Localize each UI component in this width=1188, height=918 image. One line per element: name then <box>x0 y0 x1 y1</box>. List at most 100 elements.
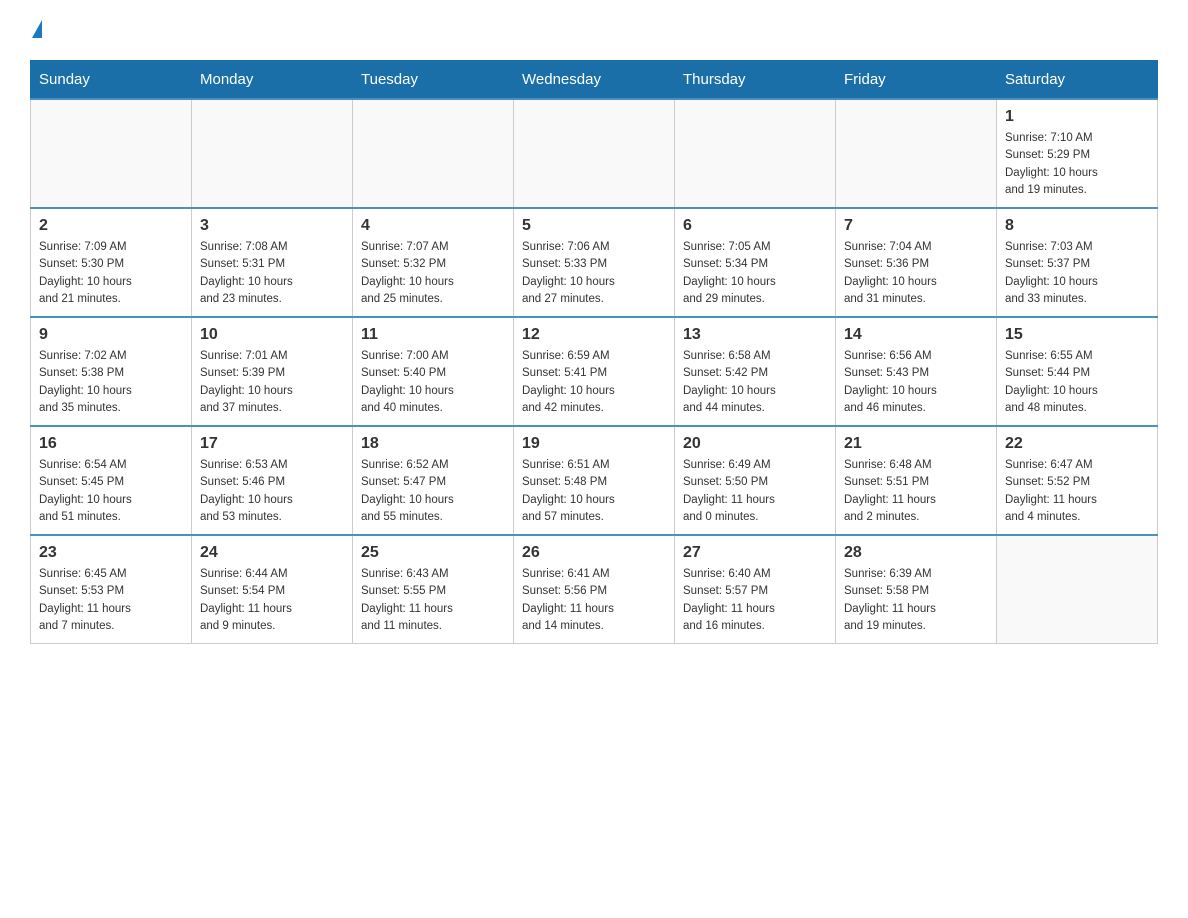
calendar-cell: 5 Sunrise: 7:06 AM Sunset: 5:33 PM Daylig… <box>514 208 675 317</box>
calendar-cell: 7 Sunrise: 7:04 AM Sunset: 5:36 PM Daylig… <box>836 208 997 317</box>
day-number: 11 <box>361 326 505 344</box>
calendar-cell <box>192 99 353 208</box>
calendar-cell: 3 Sunrise: 7:08 AM Sunset: 5:31 PM Daylig… <box>192 208 353 317</box>
calendar-cell: 17 Sunrise: 6:53 AM Sunset: 5:46 PM Dayli… <box>192 426 353 535</box>
day-info: Sunrise: 7:02 AM Sunset: 5:38 PM Dayligh… <box>39 348 183 417</box>
day-info: Sunrise: 6:56 AM Sunset: 5:43 PM Dayligh… <box>844 348 988 417</box>
day-info: Sunrise: 6:41 AM Sunset: 5:56 PM Dayligh… <box>522 566 666 635</box>
week-row-1: 1 Sunrise: 7:10 AM Sunset: 5:29 PM Daylig… <box>31 99 1158 208</box>
day-info: Sunrise: 6:39 AM Sunset: 5:58 PM Dayligh… <box>844 566 988 635</box>
day-info: Sunrise: 7:05 AM Sunset: 5:34 PM Dayligh… <box>683 239 827 308</box>
day-header-saturday: Saturday <box>997 61 1158 100</box>
calendar-cell: 24 Sunrise: 6:44 AM Sunset: 5:54 PM Dayli… <box>192 535 353 644</box>
day-info: Sunrise: 6:40 AM Sunset: 5:57 PM Dayligh… <box>683 566 827 635</box>
day-number: 10 <box>200 326 344 344</box>
calendar-cell: 11 Sunrise: 7:00 AM Sunset: 5:40 PM Dayli… <box>353 317 514 426</box>
day-number: 6 <box>683 217 827 235</box>
day-info: Sunrise: 6:49 AM Sunset: 5:50 PM Dayligh… <box>683 457 827 526</box>
calendar-cell: 4 Sunrise: 7:07 AM Sunset: 5:32 PM Daylig… <box>353 208 514 317</box>
day-header-wednesday: Wednesday <box>514 61 675 100</box>
day-info: Sunrise: 6:59 AM Sunset: 5:41 PM Dayligh… <box>522 348 666 417</box>
day-number: 23 <box>39 544 183 562</box>
day-number: 3 <box>200 217 344 235</box>
day-number: 21 <box>844 435 988 453</box>
calendar-cell <box>31 99 192 208</box>
day-info: Sunrise: 7:01 AM Sunset: 5:39 PM Dayligh… <box>200 348 344 417</box>
day-header-monday: Monday <box>192 61 353 100</box>
calendar-cell: 2 Sunrise: 7:09 AM Sunset: 5:30 PM Daylig… <box>31 208 192 317</box>
day-number: 17 <box>200 435 344 453</box>
day-info: Sunrise: 7:08 AM Sunset: 5:31 PM Dayligh… <box>200 239 344 308</box>
calendar-cell: 16 Sunrise: 6:54 AM Sunset: 5:45 PM Dayli… <box>31 426 192 535</box>
calendar-cell: 12 Sunrise: 6:59 AM Sunset: 5:41 PM Dayli… <box>514 317 675 426</box>
calendar-table: SundayMondayTuesdayWednesdayThursdayFrid… <box>30 60 1158 644</box>
day-info: Sunrise: 6:51 AM Sunset: 5:48 PM Dayligh… <box>522 457 666 526</box>
day-header-tuesday: Tuesday <box>353 61 514 100</box>
calendar-cell: 9 Sunrise: 7:02 AM Sunset: 5:38 PM Daylig… <box>31 317 192 426</box>
calendar-cell: 26 Sunrise: 6:41 AM Sunset: 5:56 PM Dayli… <box>514 535 675 644</box>
calendar-cell: 25 Sunrise: 6:43 AM Sunset: 5:55 PM Dayli… <box>353 535 514 644</box>
day-info: Sunrise: 6:44 AM Sunset: 5:54 PM Dayligh… <box>200 566 344 635</box>
calendar-cell: 18Sunrise: 6:52 AM Sunset: 5:47 PM Dayli… <box>353 426 514 535</box>
day-info: Sunrise: 7:10 AM Sunset: 5:29 PM Dayligh… <box>1005 130 1149 199</box>
day-info: Sunrise: 7:04 AM Sunset: 5:36 PM Dayligh… <box>844 239 988 308</box>
day-info: Sunrise: 6:58 AM Sunset: 5:42 PM Dayligh… <box>683 348 827 417</box>
day-number: 22 <box>1005 435 1149 453</box>
day-info: Sunrise: 6:55 AM Sunset: 5:44 PM Dayligh… <box>1005 348 1149 417</box>
day-number: 25 <box>361 544 505 562</box>
day-number: 16 <box>39 435 183 453</box>
calendar-cell: 14Sunrise: 6:56 AM Sunset: 5:43 PM Dayli… <box>836 317 997 426</box>
calendar-cell <box>353 99 514 208</box>
calendar-cell: 19 Sunrise: 6:51 AM Sunset: 5:48 PM Dayli… <box>514 426 675 535</box>
day-number: 7 <box>844 217 988 235</box>
calendar-cell: 22 Sunrise: 6:47 AM Sunset: 5:52 PM Dayli… <box>997 426 1158 535</box>
day-number: 12 <box>522 326 666 344</box>
day-info: Sunrise: 7:00 AM Sunset: 5:40 PM Dayligh… <box>361 348 505 417</box>
day-info: Sunrise: 6:52 AM Sunset: 5:47 PM Dayligh… <box>361 457 505 526</box>
calendar-cell: 1 Sunrise: 7:10 AM Sunset: 5:29 PM Daylig… <box>997 99 1158 208</box>
week-row-3: 9 Sunrise: 7:02 AM Sunset: 5:38 PM Daylig… <box>31 317 1158 426</box>
calendar-cell: 21 Sunrise: 6:48 AM Sunset: 5:51 PM Dayli… <box>836 426 997 535</box>
calendar-cell <box>997 535 1158 644</box>
day-number: 9 <box>39 326 183 344</box>
calendar-cell: 13 Sunrise: 6:58 AM Sunset: 5:42 PM Dayli… <box>675 317 836 426</box>
day-number: 28 <box>844 544 988 562</box>
calendar-cell: 8Sunrise: 7:03 AM Sunset: 5:37 PM Daylig… <box>997 208 1158 317</box>
day-info: Sunrise: 7:07 AM Sunset: 5:32 PM Dayligh… <box>361 239 505 308</box>
day-number: 15 <box>1005 326 1149 344</box>
day-number: 26 <box>522 544 666 562</box>
day-info: Sunrise: 6:47 AM Sunset: 5:52 PM Dayligh… <box>1005 457 1149 526</box>
day-info: Sunrise: 6:48 AM Sunset: 5:51 PM Dayligh… <box>844 457 988 526</box>
day-info: Sunrise: 6:53 AM Sunset: 5:46 PM Dayligh… <box>200 457 344 526</box>
week-row-5: 23 Sunrise: 6:45 AM Sunset: 5:53 PM Dayli… <box>31 535 1158 644</box>
calendar-cell: 27Sunrise: 6:40 AM Sunset: 5:57 PM Dayli… <box>675 535 836 644</box>
day-info: Sunrise: 6:43 AM Sunset: 5:55 PM Dayligh… <box>361 566 505 635</box>
day-info: Sunrise: 7:03 AM Sunset: 5:37 PM Dayligh… <box>1005 239 1149 308</box>
calendar-cell: 10 Sunrise: 7:01 AM Sunset: 5:39 PM Dayli… <box>192 317 353 426</box>
day-number: 13 <box>683 326 827 344</box>
calendar-cell: 6 Sunrise: 7:05 AM Sunset: 5:34 PM Daylig… <box>675 208 836 317</box>
calendar-cell: 28 Sunrise: 6:39 AM Sunset: 5:58 PM Dayli… <box>836 535 997 644</box>
calendar-cell: 20Sunrise: 6:49 AM Sunset: 5:50 PM Dayli… <box>675 426 836 535</box>
calendar-cell: 23 Sunrise: 6:45 AM Sunset: 5:53 PM Dayli… <box>31 535 192 644</box>
calendar-cell <box>836 99 997 208</box>
page-header <box>30 20 1158 40</box>
day-number: 5 <box>522 217 666 235</box>
day-info: Sunrise: 7:06 AM Sunset: 5:33 PM Dayligh… <box>522 239 666 308</box>
header-row: SundayMondayTuesdayWednesdayThursdayFrid… <box>31 61 1158 100</box>
day-header-sunday: Sunday <box>31 61 192 100</box>
day-number: 19 <box>522 435 666 453</box>
day-info: Sunrise: 6:54 AM Sunset: 5:45 PM Dayligh… <box>39 457 183 526</box>
day-number: 4 <box>361 217 505 235</box>
day-info: Sunrise: 6:45 AM Sunset: 5:53 PM Dayligh… <box>39 566 183 635</box>
calendar-cell <box>514 99 675 208</box>
day-header-thursday: Thursday <box>675 61 836 100</box>
logo-triangle-icon <box>32 20 42 38</box>
day-number: 24 <box>200 544 344 562</box>
calendar-cell <box>675 99 836 208</box>
day-number: 2 <box>39 217 183 235</box>
day-number: 1 <box>1005 108 1149 126</box>
calendar-cell: 15 Sunrise: 6:55 AM Sunset: 5:44 PM Dayli… <box>997 317 1158 426</box>
week-row-4: 16 Sunrise: 6:54 AM Sunset: 5:45 PM Dayli… <box>31 426 1158 535</box>
day-info: Sunrise: 7:09 AM Sunset: 5:30 PM Dayligh… <box>39 239 183 308</box>
